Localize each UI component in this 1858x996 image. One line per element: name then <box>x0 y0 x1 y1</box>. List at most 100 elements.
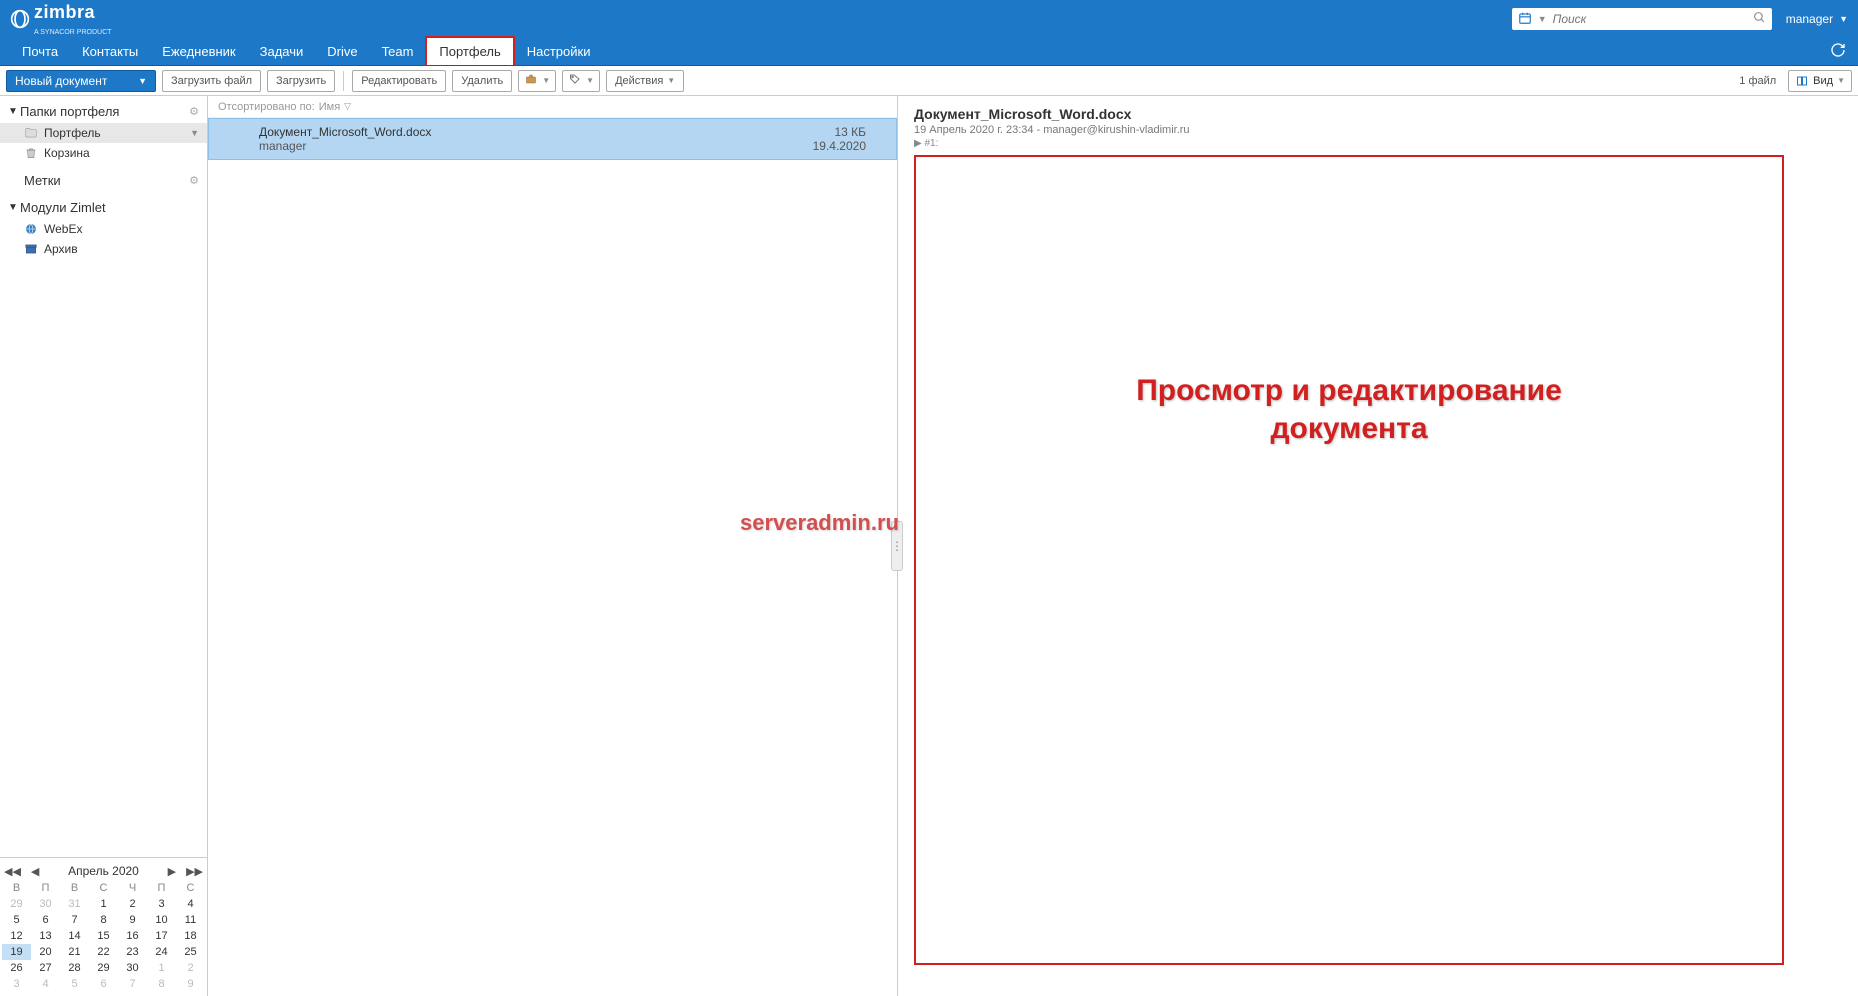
cal-day[interactable]: 29 <box>2 896 31 912</box>
cal-day[interactable]: 21 <box>60 944 89 960</box>
mini-calendar: ◀◀ ◀ Апрель 2020 ▶ ▶▶ ВПВСЧПС29303112345… <box>0 857 207 996</box>
search-filter-caret-icon[interactable]: ▼ <box>1538 14 1547 24</box>
cal-day[interactable]: 19 <box>2 944 31 960</box>
file-row[interactable]: Документ_Microsoft_Word.docx13 КБmanager… <box>208 118 897 160</box>
nav-tab-портфель[interactable]: Портфель <box>425 36 514 65</box>
briefcase-icon <box>524 73 538 88</box>
chevron-down-icon: ▼ <box>1839 14 1848 24</box>
cal-day[interactable]: 7 <box>60 912 89 928</box>
brand-logo: zimbra A SYNACOR PRODUCT <box>10 2 111 37</box>
cal-day[interactable]: 2 <box>176 960 205 976</box>
cal-day[interactable]: 26 <box>2 960 31 976</box>
nav-tab-drive[interactable]: Drive <box>315 38 369 65</box>
sidebar-item-портфель[interactable]: Портфель▼ <box>0 123 207 143</box>
cal-day[interactable]: 8 <box>147 976 176 992</box>
cal-day[interactable]: 25 <box>176 944 205 960</box>
cal-day[interactable]: 14 <box>60 928 89 944</box>
cal-day[interactable]: 20 <box>31 944 60 960</box>
edit-button[interactable]: Редактировать <box>352 70 446 92</box>
cal-dow: С <box>89 880 118 896</box>
cal-next-year[interactable]: ▶▶ <box>184 865 205 878</box>
cal-day[interactable]: 31 <box>60 896 89 912</box>
cal-day[interactable]: 10 <box>147 912 176 928</box>
cal-day[interactable]: 17 <box>147 928 176 944</box>
cal-day[interactable]: 18 <box>176 928 205 944</box>
search-box[interactable]: ▼ <box>1512 8 1772 30</box>
cal-dow: П <box>147 880 176 896</box>
file-count-label: 1 файл <box>1739 75 1776 87</box>
search-input[interactable] <box>1553 12 1747 26</box>
cal-day[interactable]: 27 <box>31 960 60 976</box>
cal-day[interactable]: 11 <box>176 912 205 928</box>
cal-day[interactable]: 5 <box>60 976 89 992</box>
cal-day[interactable]: 3 <box>2 976 31 992</box>
cal-day[interactable]: 1 <box>89 896 118 912</box>
search-icon[interactable] <box>1753 11 1766 27</box>
user-menu[interactable]: manager ▼ <box>1786 12 1848 26</box>
cal-day[interactable]: 4 <box>176 896 205 912</box>
gear-icon[interactable]: ⚙ <box>189 174 199 187</box>
cal-day[interactable]: 23 <box>118 944 147 960</box>
refresh-icon[interactable] <box>1830 42 1846 63</box>
overlay-annotation: Просмотр и редактирование документа <box>1136 372 1562 447</box>
cal-prev-year[interactable]: ◀◀ <box>2 865 23 878</box>
sidebar-item-корзина[interactable]: Корзина <box>0 143 207 163</box>
nav-tab-настройки[interactable]: Настройки <box>515 38 603 65</box>
globe-icon <box>24 222 38 236</box>
nav-tab-контакты[interactable]: Контакты <box>70 38 150 65</box>
cal-day[interactable]: 5 <box>2 912 31 928</box>
actions-button[interactable]: Действия ▼ <box>606 70 684 92</box>
document-title: Документ_Microsoft_Word.docx <box>914 106 1842 122</box>
cal-day[interactable]: 22 <box>89 944 118 960</box>
tag-button[interactable]: ▼ <box>562 70 600 92</box>
view-switcher[interactable]: Вид ▼ <box>1788 70 1852 92</box>
collapse-icon: ▼ <box>8 106 20 117</box>
cal-day[interactable]: 7 <box>118 976 147 992</box>
cal-day[interactable]: 2 <box>118 896 147 912</box>
sidebar-zimlets-header[interactable]: ▼ Модули Zimlet <box>0 196 207 219</box>
delete-button[interactable]: Удалить <box>452 70 512 92</box>
cal-day[interactable]: 13 <box>31 928 60 944</box>
layout-icon <box>1795 75 1809 87</box>
nav-tab-почта[interactable]: Почта <box>10 38 70 65</box>
cal-day[interactable]: 30 <box>118 960 147 976</box>
cal-day[interactable]: 1 <box>147 960 176 976</box>
cal-day[interactable]: 3 <box>147 896 176 912</box>
sort-header[interactable]: Отсортировано по: Имя ▽ <box>208 96 897 118</box>
nav-tab-team[interactable]: Team <box>370 38 426 65</box>
cal-day[interactable]: 8 <box>89 912 118 928</box>
sidebar-zimlet-webex[interactable]: WebEx <box>0 219 207 239</box>
nav-tab-ежедневник[interactable]: Ежедневник <box>150 38 247 65</box>
cal-day[interactable]: 30 <box>31 896 60 912</box>
cal-day[interactable]: 4 <box>31 976 60 992</box>
cal-day[interactable]: 24 <box>147 944 176 960</box>
chevron-down-icon: ▼ <box>586 76 594 85</box>
upload-file-button[interactable]: Загрузить файл <box>162 70 261 92</box>
new-document-button[interactable]: Новый документ ▼ <box>6 70 156 92</box>
sidebar-folders-header[interactable]: ▼ Папки портфеля ⚙ <box>0 100 207 123</box>
trash-icon <box>24 146 38 160</box>
sidebar-tags-header[interactable]: Метки ⚙ <box>0 169 207 192</box>
file-size: 13 КБ <box>834 125 866 139</box>
cal-day[interactable]: 6 <box>89 976 118 992</box>
cal-day[interactable]: 28 <box>60 960 89 976</box>
tag-icon <box>568 73 582 88</box>
cal-day[interactable]: 9 <box>176 976 205 992</box>
user-name: manager <box>1786 12 1833 26</box>
cal-day[interactable]: 12 <box>2 928 31 944</box>
move-button[interactable]: ▼ <box>518 70 556 92</box>
cal-day[interactable]: 15 <box>89 928 118 944</box>
collapse-icon: ▼ <box>8 202 20 213</box>
upload-button[interactable]: Загрузить <box>267 70 335 92</box>
cal-day[interactable]: 9 <box>118 912 147 928</box>
nav-tab-задачи[interactable]: Задачи <box>248 38 316 65</box>
cal-day[interactable]: 16 <box>118 928 147 944</box>
cal-day[interactable]: 29 <box>89 960 118 976</box>
cal-next-month[interactable]: ▶ <box>166 865 178 878</box>
cal-day[interactable]: 6 <box>31 912 60 928</box>
gear-icon[interactable]: ⚙ <box>189 105 199 118</box>
cal-dow: С <box>176 880 205 896</box>
cal-dow: П <box>31 880 60 896</box>
sidebar-zimlet-архив[interactable]: Архив <box>0 239 207 259</box>
cal-prev-month[interactable]: ◀ <box>29 865 41 878</box>
